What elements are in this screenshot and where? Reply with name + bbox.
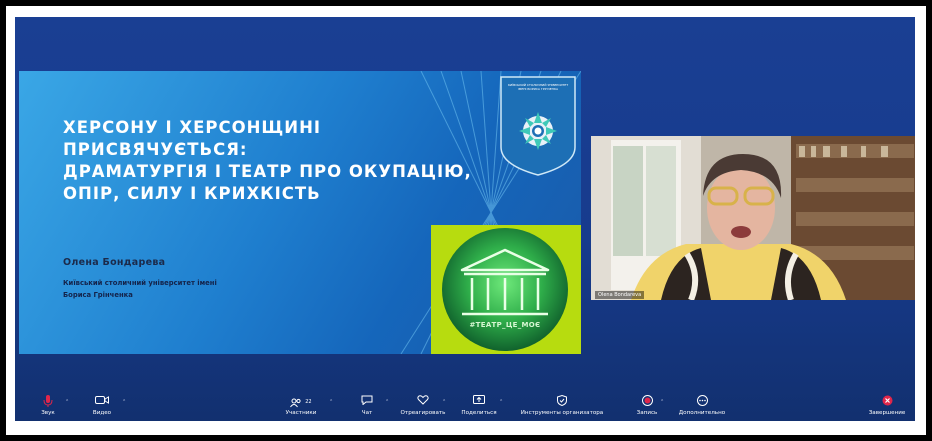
meeting-stage: КИЇВСЬКИЙ СТОЛИЧНИЙ УНІВЕРСИТЕТ ІМЕНІ БО…: [15, 17, 915, 421]
video-label: Видео: [92, 410, 112, 416]
share-options-icon[interactable]: ⌃: [499, 399, 503, 405]
share-label: Поделиться: [461, 410, 497, 416]
teatr-logo-circle: #ТЕАТР_ЦЕ_МОЄ: [442, 228, 568, 351]
slide-title-line: ДРАМАТУРГІЯ І ТЕАТР ПРО ОКУПАЦІЮ,: [63, 162, 472, 181]
slide-title-line: ПРИСВЯЧУЄТЬСЯ:: [63, 140, 248, 159]
end-meeting-button[interactable]: Завершение: [867, 395, 907, 421]
react-options-icon[interactable]: ⌃: [442, 399, 446, 405]
chat-label: Чат: [361, 410, 373, 416]
affiliation-line: Бориса Грінченка: [63, 291, 133, 299]
slide-title: ХЕРСОНУ І ХЕРСОНЩИНІ ПРИСВЯЧУЄТЬСЯ: ДРАМ…: [63, 117, 533, 205]
more-label: Дополнительно: [678, 410, 726, 416]
slide-title-line: ОПІР, СИЛУ І КРИХКІСТЬ: [63, 184, 321, 203]
participants-label: Участники: [285, 410, 317, 416]
host-tools-label: Инструменты организатора: [520, 410, 604, 416]
record-label: Запись: [636, 410, 658, 416]
logo-hashtag: #ТЕАТР_ЦЕ_МОЄ: [469, 321, 541, 329]
participants-icon: 22: [281, 395, 321, 410]
audio-button[interactable]: Звук: [39, 395, 57, 421]
record-button[interactable]: Запись: [635, 395, 659, 421]
teatr-logo: #ТЕАТР_ЦЕ_МОЄ: [431, 225, 581, 354]
react-label: Отреагировать: [400, 410, 446, 416]
microphone-icon: [39, 395, 57, 410]
audio-label: Звук: [41, 410, 55, 416]
participants-count: 22: [305, 399, 312, 405]
share-screen-icon: [455, 395, 503, 410]
theatre-building-icon: [460, 248, 550, 316]
participants-button[interactable]: 22 Участники: [281, 395, 321, 421]
affiliation-line: Київський столичний університет імені: [63, 279, 217, 287]
slide-affiliation: Київський столичний університет імені Бо…: [63, 277, 217, 301]
participants-options-icon[interactable]: ⌃: [329, 399, 333, 405]
chat-button[interactable]: Чат: [357, 395, 377, 421]
participant-video[interactable]: Olena Bondareva: [591, 136, 915, 300]
meeting-toolbar: Звук ⌃ Видео ⌃ 22 Участники ⌃ Чат ⌃ Отре…: [15, 394, 915, 421]
participant-name-label: Olena Bondareva: [595, 291, 645, 299]
crest-text: КИЇВСЬКИЙ СТОЛИЧНИЙ УНІВЕРСИТЕТ ІМЕНІ БО…: [507, 83, 569, 91]
slide-author: Олена Бондарева: [63, 257, 166, 268]
video-options-icon[interactable]: ⌃: [122, 399, 126, 405]
record-options-icon[interactable]: ⌃: [660, 399, 664, 405]
share-button[interactable]: Поделиться: [455, 395, 503, 421]
shield-icon: [515, 394, 609, 410]
chat-icon: [357, 395, 377, 410]
chat-options-icon[interactable]: ⌃: [385, 399, 389, 405]
more-button[interactable]: Дополнительно: [671, 395, 733, 421]
participant-video-frame: [591, 136, 915, 300]
video-button[interactable]: Видео: [91, 395, 113, 421]
more-icon: [671, 395, 733, 410]
record-icon: [635, 395, 659, 410]
slide-title-line: ХЕРСОНУ І ХЕРСОНЩИНІ: [63, 118, 322, 137]
shared-slide: КИЇВСЬКИЙ СТОЛИЧНИЙ УНІВЕРСИТЕТ ІМЕНІ БО…: [19, 71, 581, 354]
audio-options-icon[interactable]: ⌃: [65, 399, 69, 405]
end-meeting-label: Завершение: [868, 410, 906, 416]
close-icon: [867, 395, 907, 410]
camera-icon: [91, 395, 113, 410]
host-tools-button[interactable]: Инструменты организатора: [515, 394, 609, 421]
